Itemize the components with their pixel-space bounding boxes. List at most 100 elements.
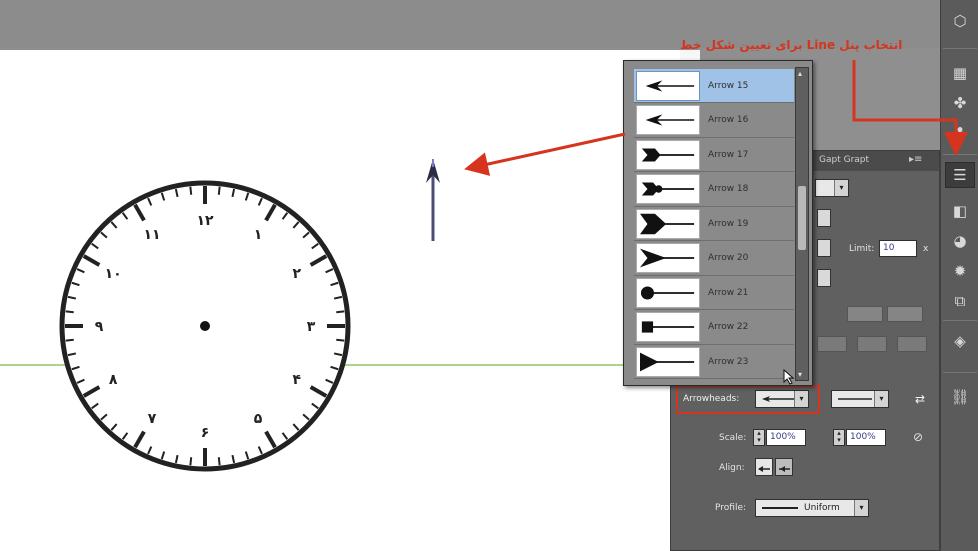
clock-numeral: ۵ (254, 411, 263, 427)
clock-numeral: ۴ (293, 372, 302, 388)
profile-dropdown[interactable]: Uniform ▾ (755, 499, 869, 517)
limit-label: Limit: (849, 244, 875, 254)
arrowhead-swatch-icon (636, 70, 700, 101)
dash-align-button-2[interactable] (887, 306, 923, 322)
align-label: Align: (719, 463, 745, 473)
scale-start-input[interactable]: 100% (766, 429, 806, 446)
clock-center-dot (200, 321, 210, 331)
arrowhead-option-label: Arrow 23 (708, 356, 749, 367)
profile-label: Profile: (715, 503, 747, 513)
scroll-down-icon[interactable]: ▾ (798, 370, 802, 379)
stroke-icon[interactable]: ☰ (945, 162, 975, 188)
arrowhead-option[interactable]: Arrow 17 (634, 138, 794, 172)
arrowhead-option[interactable]: Arrow 16 (634, 104, 794, 138)
clock-minute-tick (336, 338, 345, 342)
toolbar-separator (943, 320, 977, 321)
mouse-cursor-icon (783, 369, 795, 385)
scale-end-stepper[interactable]: ▴ ▾ (833, 429, 845, 446)
dash-field-2[interactable] (897, 336, 927, 352)
dash-field[interactable] (817, 336, 847, 352)
drawn-arrow-line[interactable] (418, 155, 448, 245)
appearance-icon[interactable]: ✹ (945, 258, 975, 284)
brushes-icon[interactable]: ♣ (945, 120, 975, 146)
arrowhead-swatch-icon (636, 312, 700, 342)
cap-button[interactable] (817, 209, 831, 227)
arrowhead-option[interactable]: Arrow 19 (634, 207, 794, 241)
limit-input[interactable]: 10 (879, 240, 917, 257)
align-stroke-button[interactable] (817, 269, 831, 287)
toolbar-separator (943, 372, 977, 373)
align-place-button[interactable] (775, 458, 793, 476)
graphic-styles-icon[interactable]: ⧉ (945, 288, 975, 314)
scale-end-input[interactable]: 100% (846, 429, 886, 446)
arrowheads-highlight-box (676, 385, 820, 414)
clock-minute-tick (189, 186, 193, 195)
swatches-icon[interactable]: ▦ (945, 60, 975, 86)
clock-numeral: ۲ (293, 266, 302, 282)
arrowhead-list: Arrow 15 Arrow 16 Arrow 17 Arrow 18 Arrow 19… (634, 69, 794, 381)
end-arrowhead-dropdown[interactable]: ▾ (831, 390, 889, 408)
arrowhead-swatch-icon (636, 277, 700, 308)
arrowhead-swatch-icon (636, 346, 700, 377)
toolbar-separator (943, 48, 977, 49)
illustrator-workspace: ۱۲ ۱ ۲ ۳ ۴ ۵ ۶ ۷ ۸ ۹ ۱۰ ۱۱ Gapt Grapt ▸≡ ▾ Limit: 1… (0, 0, 978, 551)
symbols-icon[interactable]: ✤ (945, 90, 975, 116)
clock-numeral: ۷ (148, 411, 157, 427)
arrowhead-dropdown-list[interactable]: Arrow 15 Arrow 16 Arrow 17 Arrow 18 Arrow 19… (623, 60, 813, 386)
chevron-down-icon: ▾ (874, 391, 888, 407)
clock-minute-tick (65, 338, 74, 342)
arrowhead-swatch-icon (636, 243, 700, 273)
arrowhead-option-label: Arrow 19 (708, 218, 749, 229)
link-scale-icon[interactable]: ⊘ (913, 430, 923, 444)
arrowhead-option[interactable]: Arrow 23 (634, 345, 794, 379)
panel-dock-toolbar: ⬡ ▦ ✤ ♣ ☰ ◧ ◕ ✹ ⧉ ◈ ⛓ (940, 0, 978, 551)
arrowhead-option[interactable]: Arrow 22 (634, 311, 794, 345)
profile-value: Uniform (804, 503, 840, 513)
swap-arrowheads-icon[interactable]: ⇄ (915, 392, 925, 406)
gap-field[interactable] (857, 336, 887, 352)
layers-icon[interactable]: ◈ (945, 328, 975, 354)
panel-menu-icon[interactable]: ▸≡ (909, 154, 922, 165)
chevron-down-icon: ▾ (834, 180, 848, 196)
arrowhead-swatch-icon (636, 105, 700, 135)
clock-minute-tick (217, 186, 221, 195)
arrowhead-option-label: Arrow 21 (708, 287, 749, 298)
clock-numeral: ۳ (307, 319, 316, 335)
profile-line-icon (762, 507, 798, 509)
weight-dropdown[interactable]: ▾ (815, 179, 849, 197)
clock-drawing[interactable]: ۱۲۱۲۳۴۵۶۷۸۹۱۰۱۱ (55, 176, 355, 476)
scale-label: Scale: (719, 433, 747, 443)
arrowhead-swatch-icon (636, 208, 700, 239)
corner-button[interactable] (817, 239, 831, 257)
dash-align-button[interactable] (847, 306, 883, 322)
links-icon[interactable]: ⛓ (945, 384, 975, 410)
limit-suffix: x (923, 244, 929, 254)
arrowhead-option[interactable]: Arrow 15 (634, 69, 794, 103)
arrowhead-swatch-icon (636, 174, 700, 204)
clock-minute-tick (65, 310, 74, 314)
chevron-down-icon: ▾ (854, 500, 868, 516)
transparency-icon[interactable]: ◕ (945, 228, 975, 254)
arrowhead-option[interactable]: Arrow 21 (634, 276, 794, 310)
clock-minute-tick (217, 457, 221, 466)
pathfinder-icon[interactable]: ⬡ (945, 8, 975, 34)
clock-numeral: ۱۱ (143, 227, 160, 243)
annotation-label: انتخاب پنل Line برای تعیین شکل خط (680, 38, 903, 52)
toolbar-separator (943, 154, 977, 155)
scroll-up-icon[interactable]: ▴ (798, 69, 802, 78)
arrowhead-swatch-icon (636, 139, 700, 170)
panel-tab-label[interactable]: Gapt Grapt (819, 155, 869, 165)
arrowhead-option-label: Arrow 17 (708, 149, 749, 160)
align-extend-button[interactable] (755, 458, 773, 476)
arrowhead-option-label: Arrow 15 (708, 80, 749, 91)
gradient-icon[interactable]: ◧ (945, 198, 975, 224)
clock-numeral: ۹ (95, 319, 104, 335)
dropdown-scrollbar[interactable]: ▴ ▾ (795, 67, 809, 381)
align-extend-icon (758, 466, 770, 472)
scale-start-stepper[interactable]: ▴ ▾ (753, 429, 765, 446)
clock-numeral: ۶ (201, 425, 210, 441)
arrowhead-option[interactable]: Arrow 18 (634, 173, 794, 207)
arrowhead-option-label: Arrow 18 (708, 184, 749, 194)
scrollbar-thumb[interactable] (798, 186, 806, 250)
arrowhead-option[interactable]: Arrow 20 (634, 242, 794, 276)
